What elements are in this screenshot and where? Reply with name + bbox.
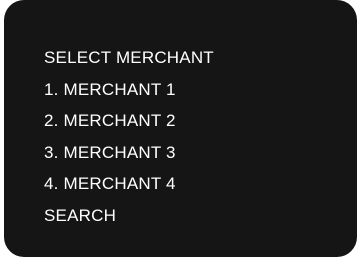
menu-item-search[interactable]: SEARCH	[44, 200, 214, 232]
menu-item-merchant-2[interactable]: 2. MERCHANT 2	[44, 105, 214, 137]
merchant-menu: SELECT MERCHANT 1. MERCHANT 1 2. MERCHAN…	[44, 42, 214, 231]
menu-item-merchant-1[interactable]: 1. MERCHANT 1	[44, 74, 214, 106]
menu-title: SELECT MERCHANT	[44, 48, 214, 67]
terminal-screen: SELECT MERCHANT 1. MERCHANT 1 2. MERCHAN…	[4, 0, 357, 257]
menu-item-merchant-3[interactable]: 3. MERCHANT 3	[44, 137, 214, 169]
menu-item-merchant-4[interactable]: 4. MERCHANT 4	[44, 168, 214, 200]
